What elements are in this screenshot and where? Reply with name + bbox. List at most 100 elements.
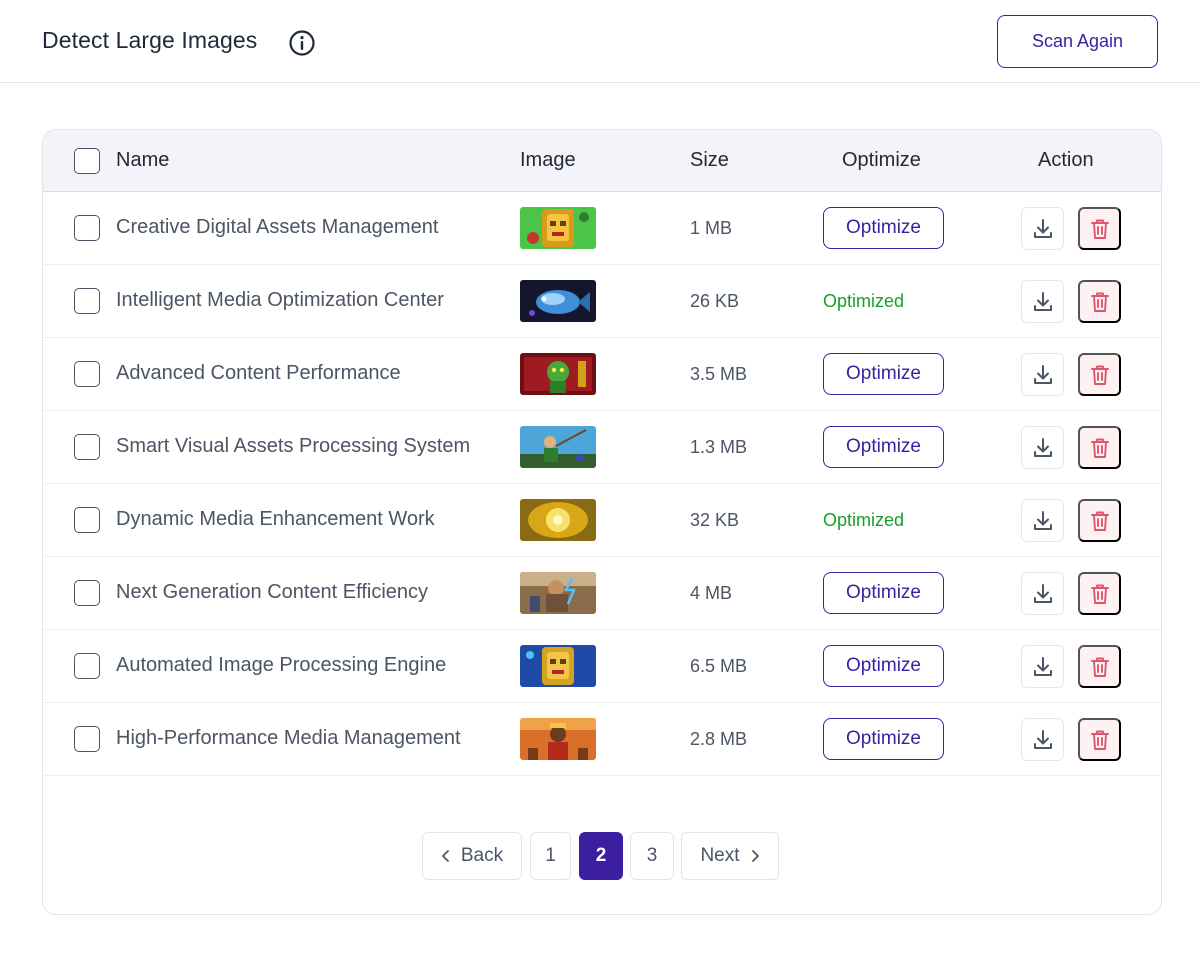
row-checkbox[interactable] — [74, 580, 100, 606]
row-checkbox[interactable] — [74, 507, 100, 533]
images-table-card: Name Image Size Optimize Action Creative… — [42, 129, 1162, 915]
optimize-button[interactable]: Optimize — [823, 645, 944, 687]
image-size: 4 MB — [690, 583, 733, 603]
delete-button[interactable] — [1078, 426, 1121, 469]
delete-button[interactable] — [1078, 280, 1121, 323]
image-thumbnail — [520, 353, 596, 395]
page-header: Detect Large Images Scan Again — [0, 0, 1200, 83]
download-button[interactable] — [1021, 645, 1064, 688]
column-header-name: Name — [116, 149, 170, 171]
table-row: Automated Image Processing Engine 6.5 MB… — [43, 630, 1161, 703]
image-thumbnail — [520, 645, 596, 687]
trash-icon — [1090, 657, 1109, 677]
download-icon — [1033, 218, 1052, 238]
image-size: 1.3 MB — [690, 437, 748, 457]
image-size: 3.5 MB — [690, 364, 748, 384]
pagination-back-button[interactable]: Back — [422, 832, 522, 880]
table-row: Creative Digital Assets Management 1 MB … — [43, 192, 1161, 265]
trash-icon — [1090, 511, 1109, 531]
image-thumbnail — [520, 499, 596, 541]
download-button[interactable] — [1021, 353, 1064, 396]
download-icon — [1033, 656, 1052, 676]
download-icon — [1033, 291, 1052, 311]
scan-again-button[interactable]: Scan Again — [997, 15, 1158, 68]
chevron-right-icon — [751, 850, 759, 862]
row-checkbox[interactable] — [74, 434, 100, 460]
image-size: 2.8 MB — [690, 729, 748, 749]
image-thumbnail — [520, 207, 596, 249]
optimized-status: Optimized — [823, 291, 905, 311]
image-size: 26 KB — [690, 291, 740, 311]
column-header-image: Image — [520, 149, 576, 171]
row-checkbox[interactable] — [74, 361, 100, 387]
image-name: Intelligent Media Optimization Center — [116, 289, 444, 311]
image-size: 1 MB — [690, 218, 733, 238]
pagination-page-3[interactable]: 3 — [630, 832, 674, 880]
image-thumbnail — [520, 718, 596, 760]
image-name: High-Performance Media Management — [116, 727, 461, 749]
table-row: Smart Visual Assets Processing System 1.… — [43, 411, 1161, 484]
trash-icon — [1090, 219, 1109, 239]
trash-icon — [1090, 365, 1109, 385]
table-row: Intelligent Media Optimization Center 26… — [43, 265, 1161, 338]
image-name: Next Generation Content Efficiency — [116, 581, 429, 603]
optimize-button[interactable]: Optimize — [823, 207, 944, 249]
download-icon — [1033, 583, 1052, 603]
delete-button[interactable] — [1078, 645, 1121, 688]
download-button[interactable] — [1021, 499, 1064, 542]
row-checkbox[interactable] — [74, 215, 100, 241]
image-thumbnail — [520, 572, 596, 614]
column-header-size: Size — [690, 149, 729, 171]
optimize-button[interactable]: Optimize — [823, 353, 944, 395]
column-header-optimize: Optimize — [842, 149, 921, 171]
download-button[interactable] — [1021, 426, 1064, 469]
download-icon — [1033, 510, 1052, 530]
download-icon — [1033, 364, 1052, 384]
pagination-next-label: Next — [700, 845, 740, 866]
row-checkbox[interactable] — [74, 653, 100, 679]
download-button[interactable] — [1021, 207, 1064, 250]
info-icon[interactable] — [288, 29, 316, 57]
row-checkbox[interactable] — [74, 288, 100, 314]
pagination-page-1[interactable]: 1 — [530, 832, 571, 880]
page-title: Detect Large Images — [42, 27, 258, 53]
download-icon — [1033, 437, 1052, 457]
download-button[interactable] — [1021, 718, 1064, 761]
optimize-button[interactable]: Optimize — [823, 572, 944, 614]
image-thumbnail — [520, 280, 596, 322]
pagination-page-2[interactable]: 2 — [579, 832, 623, 880]
table-row: Next Generation Content Efficiency 4 MB … — [43, 557, 1161, 630]
download-icon — [1033, 729, 1052, 749]
pagination: Back 1 2 3 Next — [43, 832, 1161, 880]
table-row: Dynamic Media Enhancement Work 32 KB Opt… — [43, 484, 1161, 557]
table-row: Advanced Content Performance 3.5 MB Opti… — [43, 338, 1161, 411]
image-name: Creative Digital Assets Management — [116, 216, 439, 238]
trash-icon — [1090, 438, 1109, 458]
row-checkbox[interactable] — [74, 726, 100, 752]
image-name: Smart Visual Assets Processing System — [116, 435, 471, 457]
delete-button[interactable] — [1078, 718, 1121, 761]
trash-icon — [1090, 584, 1109, 604]
optimized-status: Optimized — [823, 510, 905, 530]
optimize-button[interactable]: Optimize — [823, 718, 944, 760]
image-thumbnail — [520, 426, 596, 468]
optimize-button[interactable]: Optimize — [823, 426, 944, 468]
delete-button[interactable] — [1078, 353, 1121, 396]
column-header-action: Action — [1038, 149, 1094, 171]
image-name: Dynamic Media Enhancement Work — [116, 508, 435, 530]
image-name: Advanced Content Performance — [116, 362, 401, 384]
chevron-left-icon — [441, 850, 449, 862]
pagination-next-button[interactable]: Next — [681, 832, 779, 880]
delete-button[interactable] — [1078, 499, 1121, 542]
image-size: 6.5 MB — [690, 656, 748, 676]
trash-icon — [1090, 292, 1109, 312]
select-all-checkbox[interactable] — [74, 148, 100, 174]
table-row: High-Performance Media Management 2.8 MB… — [43, 703, 1161, 776]
trash-icon — [1090, 730, 1109, 750]
download-button[interactable] — [1021, 280, 1064, 323]
delete-button[interactable] — [1078, 572, 1121, 615]
table-header: Name Image Size Optimize Action — [43, 130, 1161, 192]
image-size: 32 KB — [690, 510, 740, 530]
delete-button[interactable] — [1078, 207, 1121, 250]
download-button[interactable] — [1021, 572, 1064, 615]
